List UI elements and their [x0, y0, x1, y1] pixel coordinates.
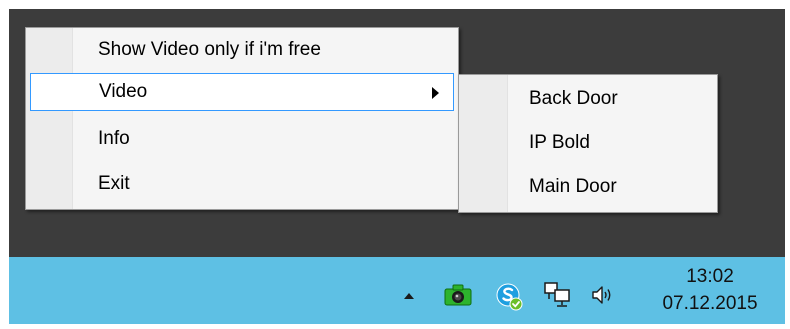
clock-date: 07.12.2015 — [662, 293, 758, 314]
camera-icon[interactable] — [444, 284, 472, 306]
menu-item-label: Video — [99, 81, 148, 102]
submenu-item-ip-bold[interactable]: IP Bold — [461, 122, 715, 164]
submenu-item-label: Main Door — [529, 176, 617, 197]
submenu-arrow-icon — [432, 87, 439, 99]
menu-item-show-video-only-if-free[interactable]: Show Video only if i'm free — [28, 30, 456, 70]
context-menu: Show Video only if i'm free Video Info E… — [25, 27, 459, 210]
submenu-item-back-door[interactable]: Back Door — [461, 78, 715, 120]
submenu-item-label: IP Bold — [529, 132, 590, 153]
clock-time: 13:02 — [686, 266, 734, 287]
menu-item-label: Show Video only if i'm free — [98, 39, 321, 60]
show-hidden-icons-arrow-icon[interactable] — [404, 293, 414, 299]
menu-item-label: Info — [98, 128, 130, 149]
menu-item-info[interactable]: Info — [28, 119, 456, 159]
menu-item-label: Exit — [98, 173, 130, 194]
video-submenu: Back Door IP Bold Main Door — [458, 74, 718, 213]
submenu-item-label: Back Door — [529, 88, 618, 109]
menu-item-exit[interactable]: Exit — [28, 164, 456, 204]
system-clock[interactable]: 13:02 07.12.2015 — [650, 263, 770, 321]
speaker-icon[interactable] — [590, 283, 614, 307]
skype-icon[interactable] — [494, 281, 524, 311]
menu-item-video[interactable]: Video — [30, 73, 454, 111]
network-icon[interactable] — [543, 281, 573, 309]
submenu-item-main-door[interactable]: Main Door — [461, 166, 715, 208]
